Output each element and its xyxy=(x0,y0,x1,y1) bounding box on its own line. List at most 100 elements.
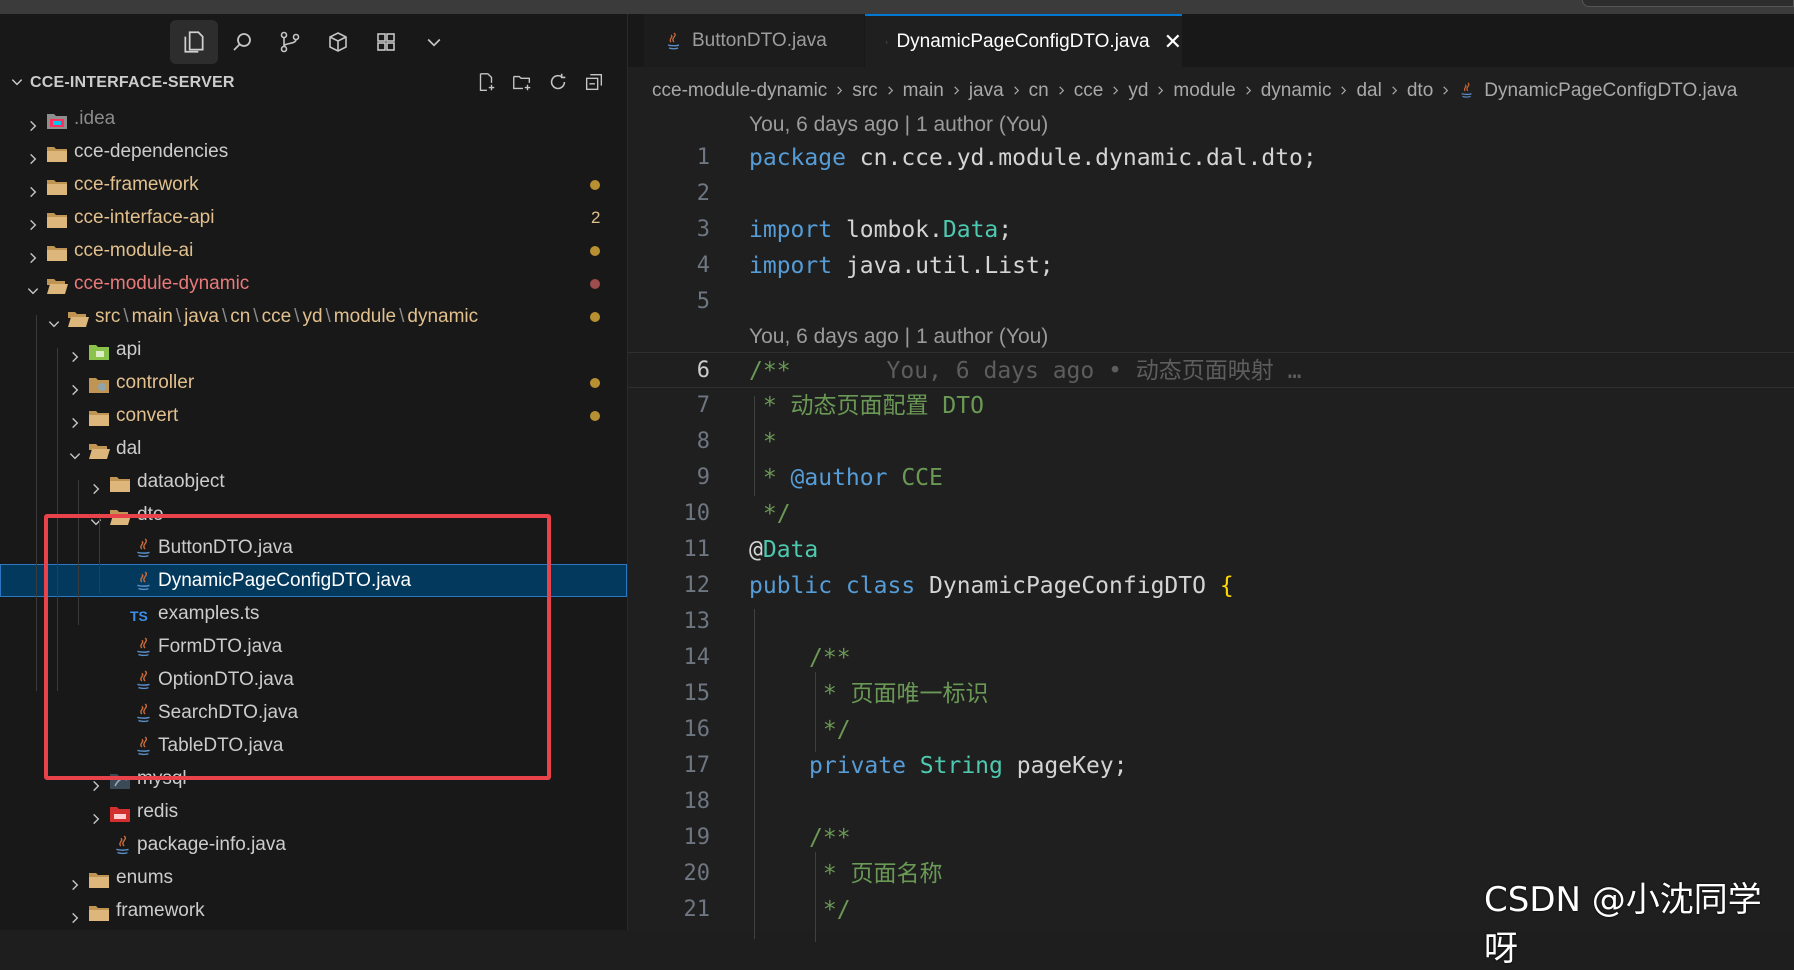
chevron-right-icon[interactable] xyxy=(26,243,40,264)
tree-item[interactable]: .idea xyxy=(0,102,627,135)
chevron-right-icon[interactable] xyxy=(89,804,103,825)
chevron-right-icon[interactable] xyxy=(68,408,82,429)
chevron-right-icon[interactable] xyxy=(26,177,40,198)
line-number: 12 xyxy=(683,573,711,598)
java-file-icon xyxy=(1458,82,1476,100)
window-control-area xyxy=(1582,0,1794,7)
chevron-right-icon[interactable] xyxy=(89,474,103,495)
path-segment[interactable]: src xyxy=(95,306,120,327)
breadcrumb-item[interactable]: java xyxy=(969,80,1004,102)
folder-open-icon xyxy=(67,307,89,327)
tree-item[interactable]: controller xyxy=(0,366,627,399)
breadcrumb-item[interactable]: cn xyxy=(1029,80,1049,102)
tree-item[interactable]: cce-module-ai xyxy=(0,234,627,267)
line-number: 13 xyxy=(683,609,711,634)
chevron-right-icon[interactable] xyxy=(26,144,40,165)
breadcrumb-item[interactable]: DynamicPageConfigDTO.java xyxy=(1484,80,1737,102)
code-line: 19 /** xyxy=(628,820,1794,856)
folder-icon xyxy=(88,406,110,426)
tree-item[interactable]: cce-dependencies xyxy=(0,135,627,168)
tree-item[interactable]: dataobject xyxy=(0,465,627,498)
tree-item[interactable]: convert xyxy=(0,399,627,432)
explorer-header[interactable]: CCE-INTERFACE-SERVER xyxy=(0,68,627,98)
modified-indicator xyxy=(590,411,600,421)
line-number: 9 xyxy=(696,465,710,490)
code-token: pageKey; xyxy=(1002,753,1128,779)
folder-icon xyxy=(109,472,131,492)
tree-item[interactable]: redis xyxy=(0,795,627,828)
chevron-right-icon[interactable] xyxy=(68,903,82,924)
code-token: @ xyxy=(749,537,763,563)
folder-icon xyxy=(88,901,110,921)
line-number: 7 xyxy=(696,393,710,418)
path-segment[interactable]: module xyxy=(334,306,396,327)
error-indicator xyxy=(590,279,600,289)
line-number: 19 xyxy=(683,825,711,850)
path-segment[interactable]: java xyxy=(184,306,219,327)
breadcrumb-item[interactable]: dal xyxy=(1356,80,1381,102)
chevron-down-icon[interactable] xyxy=(10,75,24,94)
tab-bar: ButtonDTO.java DynamicPageConfigDTO.java… xyxy=(628,14,1794,67)
explorer-icon[interactable] xyxy=(170,20,218,64)
code-line: 9 * @author CCE xyxy=(628,460,1794,496)
tree-item[interactable]: package-info.java xyxy=(0,828,627,861)
chevron-down-icon[interactable] xyxy=(26,276,40,295)
code-token: * 页面唯一标识 xyxy=(809,681,989,707)
tree-item[interactable]: framework xyxy=(0,894,627,927)
remote-explorer-icon[interactable] xyxy=(362,20,410,64)
new-folder-icon[interactable] xyxy=(508,68,536,96)
tree-item[interactable]: cce-framework xyxy=(0,168,627,201)
breadcrumb-item[interactable]: dto xyxy=(1407,80,1433,102)
path-segment[interactable]: cn xyxy=(230,306,250,327)
tree-item[interactable]: cce-module-dynamic xyxy=(0,267,627,300)
search-icon[interactable] xyxy=(218,20,266,64)
code-token: */ xyxy=(809,897,851,923)
line-number: 17 xyxy=(683,753,711,778)
code-line: 18 xyxy=(628,784,1794,820)
breadcrumb-item[interactable]: module xyxy=(1173,80,1235,102)
collapse-all-icon[interactable] xyxy=(580,68,608,96)
source-control-icon[interactable] xyxy=(266,20,314,64)
chevron-right-icon[interactable] xyxy=(26,210,40,231)
codelens-blame[interactable]: You, 6 days ago | 1 author (You) xyxy=(749,322,1048,352)
breadcrumb-item[interactable]: main xyxy=(903,80,944,102)
codelens-blame[interactable]: You, 6 days ago | 1 author (You) xyxy=(749,110,1048,140)
tab-dynamic-page-config-dto[interactable]: DynamicPageConfigDTO.java ✕ xyxy=(865,14,1182,67)
chevron-right-icon[interactable] xyxy=(68,870,82,891)
new-file-icon[interactable] xyxy=(472,68,500,96)
tree-item[interactable]: src \ main \ java \ cn \ cce \ yd \ module \ dynamic xyxy=(0,300,627,333)
chevron-down-icon[interactable] xyxy=(68,441,82,460)
chevron-right-icon[interactable] xyxy=(26,111,40,132)
tree-item[interactable]: dal xyxy=(0,432,627,465)
breadcrumb-item[interactable]: yd xyxy=(1128,80,1148,102)
path-segment[interactable]: dynamic xyxy=(407,306,478,327)
modified-indicator xyxy=(590,180,600,190)
extensions-icon[interactable] xyxy=(314,20,362,64)
tree-item-label: redis xyxy=(137,801,179,822)
refresh-icon[interactable] xyxy=(544,68,572,96)
tree-item[interactable]: enums xyxy=(0,861,627,894)
breadcrumb-item[interactable]: cce xyxy=(1074,80,1104,102)
highlight-box xyxy=(44,514,551,780)
chevron-right-icon[interactable] xyxy=(68,375,82,396)
chevron-right-icon[interactable] xyxy=(68,342,82,363)
close-icon[interactable]: ✕ xyxy=(1164,29,1182,55)
tab-button-dto[interactable]: ButtonDTO.java xyxy=(644,14,864,67)
tree-item-label: enums xyxy=(116,867,174,888)
line-number: 3 xyxy=(696,217,710,242)
breadcrumb-item[interactable]: dynamic xyxy=(1261,80,1332,102)
tab-label: DynamicPageConfigDTO.java xyxy=(896,30,1150,52)
chevron-right-icon xyxy=(1338,80,1349,102)
path-segment[interactable]: cce xyxy=(262,306,292,327)
path-segment[interactable]: main xyxy=(132,306,173,327)
breadcrumb-item[interactable]: cce-module-dynamic xyxy=(652,80,827,102)
path-separator: \ xyxy=(253,306,259,327)
breadcrumb-item[interactable]: src xyxy=(852,80,877,102)
tree-item[interactable]: api xyxy=(0,333,627,366)
line-number: 14 xyxy=(683,645,711,670)
chevron-down-icon[interactable] xyxy=(410,20,458,64)
tree-item[interactable]: cce-interface-api 2 xyxy=(0,201,627,234)
folder-icon xyxy=(88,868,110,888)
path-segment[interactable]: yd xyxy=(302,306,322,327)
chevron-down-icon[interactable] xyxy=(47,309,61,328)
